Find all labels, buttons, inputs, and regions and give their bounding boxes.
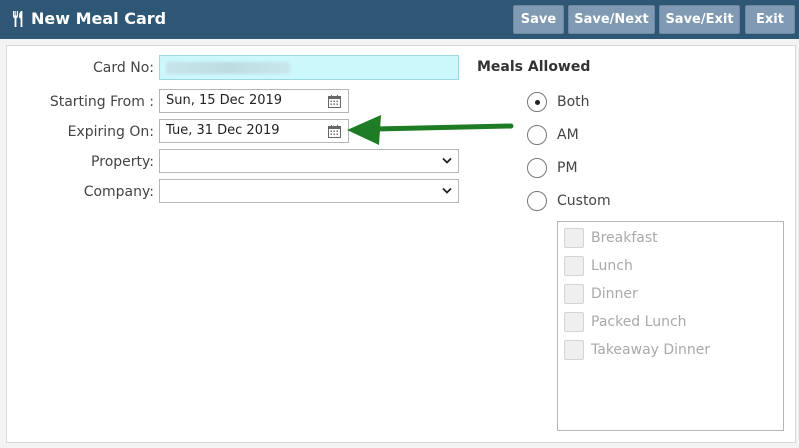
expiring-on-input[interactable]: Tue, 31 Dec 2019 — [159, 119, 349, 143]
save-next-button[interactable]: Save/Next — [568, 5, 655, 34]
chevron-down-icon — [442, 187, 452, 194]
starting-from-value: Sun, 15 Dec 2019 — [166, 93, 283, 108]
property-select[interactable] — [159, 149, 459, 173]
checkbox-dinner[interactable] — [564, 284, 584, 304]
exit-button[interactable]: Exit — [745, 5, 795, 34]
window-title: New Meal Card — [12, 9, 166, 29]
meals-allowed-heading: Meals Allowed — [477, 59, 591, 75]
property-label: Property: — [91, 154, 154, 170]
card-no-input[interactable] — [159, 55, 459, 80]
card-no-label: Card No: — [93, 60, 154, 76]
annotation-arrow — [347, 115, 514, 145]
calendar-icon[interactable] — [328, 125, 341, 138]
chevron-down-icon — [442, 157, 452, 164]
radio-pm-label[interactable]: PM — [557, 159, 578, 177]
radio-selected-dot — [535, 100, 540, 105]
checkbox-breakfast-label: Breakfast — [591, 230, 658, 246]
radio-both-label[interactable]: Both — [557, 93, 590, 111]
save-button[interactable]: Save — [513, 5, 564, 34]
radio-custom[interactable] — [527, 191, 547, 211]
starting-from-label: Starting From : — [49, 94, 154, 110]
radio-am[interactable] — [527, 125, 547, 145]
radio-custom-label[interactable]: Custom — [557, 192, 611, 210]
checkbox-dinner-label: Dinner — [591, 286, 638, 302]
expiring-on-label: Expiring On: — [67, 124, 154, 140]
checkbox-packed-lunch-label: Packed Lunch — [591, 314, 687, 330]
page-title: New Meal Card — [31, 9, 167, 28]
checkbox-lunch[interactable] — [564, 256, 584, 276]
custom-meals-list: Breakfast Lunch Dinner Packed Lunch Take… — [557, 221, 784, 431]
radio-both[interactable] — [527, 92, 547, 112]
radio-am-label[interactable]: AM — [557, 126, 579, 144]
checkbox-takeaway-dinner[interactable] — [564, 340, 584, 360]
expiring-on-value: Tue, 31 Dec 2019 — [166, 123, 280, 138]
radio-pm[interactable] — [527, 158, 547, 178]
fork-knife-icon — [13, 11, 23, 27]
company-select[interactable] — [159, 179, 459, 203]
save-exit-button[interactable]: Save/Exit — [659, 5, 740, 34]
checkbox-packed-lunch[interactable] — [564, 312, 584, 332]
checkbox-lunch-label: Lunch — [591, 258, 633, 274]
redacted-card-number — [166, 62, 290, 74]
checkbox-takeaway-dinner-label: Takeaway Dinner — [591, 342, 711, 358]
company-label: Company: — [83, 184, 154, 200]
title-bar: New Meal Card Save Save/Next Save/Exit E… — [0, 0, 799, 39]
checkbox-breakfast[interactable] — [564, 228, 584, 248]
calendar-icon[interactable] — [328, 95, 341, 108]
starting-from-input[interactable]: Sun, 15 Dec 2019 — [159, 89, 349, 113]
